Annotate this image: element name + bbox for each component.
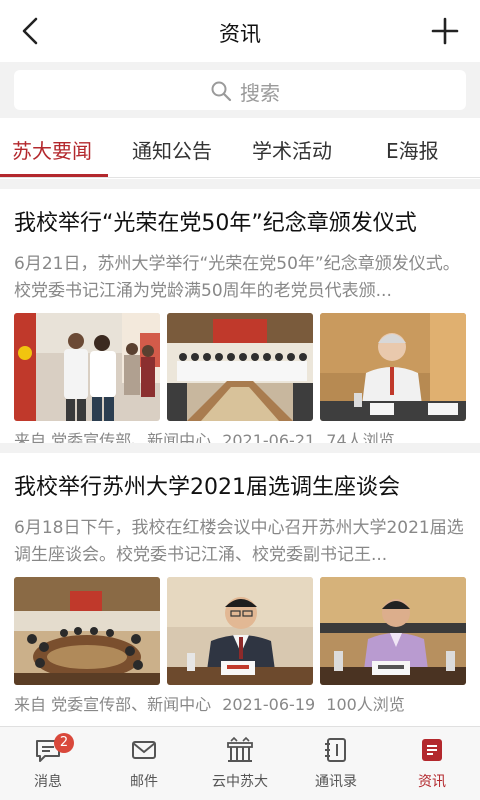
- search-icon: [211, 81, 232, 102]
- nav-cloud-campus[interactable]: 云中苏大: [192, 735, 288, 797]
- tab-academic[interactable]: 学术活动: [252, 135, 332, 164]
- news-title[interactable]: 我校举行苏州大学2021届选调生座谈会: [14, 469, 466, 501]
- tab-e-poster[interactable]: E海报: [386, 135, 439, 164]
- divider: [0, 443, 480, 453]
- active-tab-indicator: [0, 174, 108, 177]
- tab-notices[interactable]: 通知公告: [132, 135, 212, 164]
- news-views: 100人浏览: [326, 695, 405, 714]
- bottom-tab-bar: 2 消息 邮件 云中苏大 通讯录 资讯: [0, 726, 480, 800]
- news-photo[interactable]: [14, 313, 160, 421]
- search-bar: 搜索: [0, 62, 480, 118]
- campus-gate-icon: [227, 736, 253, 762]
- nav-label: 消息: [34, 774, 62, 790]
- news-item[interactable]: 我校举行“光荣在党50年”纪念章颁发仪式 6月21日，苏州大学举行“光荣在党50…: [0, 189, 480, 453]
- nav-messages[interactable]: 2 消息: [0, 733, 96, 797]
- nav-label: 云中苏大: [212, 774, 268, 790]
- nav-label: 邮件: [130, 774, 158, 790]
- news-meta: 来自 党委宣传部、新闻中心 2021-06-19 100人浏览: [14, 691, 411, 715]
- search-input[interactable]: 搜索: [14, 70, 466, 110]
- news-summary: 6月18日下午，我校在红楼会议中心召开苏州大学2021届选调生座谈会。校党委书记…: [14, 518, 464, 565]
- news-summary: 6月21日，苏州大学举行“光荣在党50年”纪念章颁发仪式。校党委书记江涌为党龄满…: [14, 254, 460, 301]
- nav-label: 资讯: [418, 774, 446, 790]
- top-bar: 资讯: [0, 0, 480, 62]
- news-title[interactable]: 我校举行“光荣在党50年”纪念章颁发仪式: [14, 205, 466, 237]
- news-photo[interactable]: [167, 577, 313, 685]
- contacts-icon: [325, 738, 346, 762]
- nav-news[interactable]: 资讯: [384, 735, 480, 797]
- news-source: 来自 党委宣传部、新闻中心: [14, 695, 212, 714]
- news-item[interactable]: 我校举行苏州大学2021届选调生座谈会 6月18日下午，我校在红楼会议中心召开苏…: [0, 453, 480, 725]
- nav-label: 通讯录: [315, 774, 357, 790]
- mail-icon: [132, 741, 156, 759]
- news-photo[interactable]: [320, 577, 466, 685]
- news-photo[interactable]: [167, 313, 313, 421]
- news-thumbnails: [14, 577, 466, 685]
- news-photo[interactable]: [320, 313, 466, 421]
- tab-su-news[interactable]: 苏大要闻: [12, 135, 92, 164]
- nav-mail[interactable]: 邮件: [96, 735, 192, 797]
- unread-badge: 2: [54, 733, 74, 753]
- news-thumbnails: [14, 313, 466, 421]
- news-date: 2021-06-19: [222, 695, 316, 714]
- divider: [0, 179, 480, 189]
- search-placeholder: 搜索: [240, 81, 280, 105]
- news-photo[interactable]: [14, 577, 160, 685]
- page-title: 资讯: [219, 22, 261, 46]
- news-icon: [422, 739, 442, 761]
- category-tabs: 苏大要闻 通知公告 学术活动 E海报: [0, 118, 480, 178]
- nav-contacts[interactable]: 通讯录: [288, 735, 384, 797]
- plus-icon[interactable]: [430, 16, 460, 46]
